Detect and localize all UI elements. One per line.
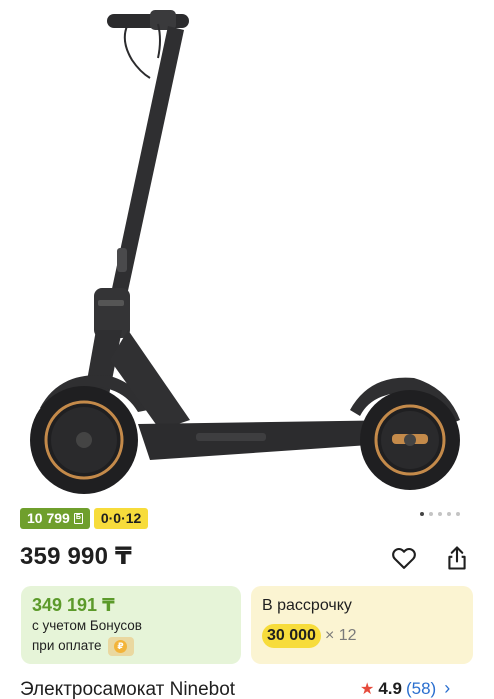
bonus-line-1: с учетом Бонусов (32, 616, 230, 636)
share-button[interactable] (442, 543, 472, 573)
bonus-badge: 10 799 Б (20, 508, 90, 529)
scooter-image (30, 10, 460, 494)
bonus-line-1-text: с учетом Бонусов (32, 618, 142, 633)
bonus-price: 349 191 ₸ (32, 595, 115, 615)
bonus-line-2-text: при оплате (32, 638, 102, 653)
heart-icon (392, 547, 416, 569)
bonus-price-card[interactable]: 349 191 ₸ с учетом Бонусов при оплате ₽ (21, 586, 241, 664)
installment-row: 30 000 × 12 (262, 624, 462, 648)
product-title: Электросамокат Ninebot (20, 679, 236, 699)
carousel-dot[interactable] (429, 512, 433, 516)
installment-amount: 30 000 (262, 624, 321, 648)
rating-link[interactable]: ★ 4.9 (58) › (360, 678, 450, 699)
review-count[interactable]: (58) (406, 679, 436, 699)
bonus-currency-icon: Б (73, 513, 83, 524)
installment-title: В рассрочку (262, 597, 352, 614)
carousel-dot[interactable] (420, 512, 424, 516)
product-price: 359 990 ₸ (20, 543, 132, 570)
promo-badges: 10 799 Б 0·0·12 (20, 508, 149, 529)
bonus-badge-value: 10 799 (27, 510, 70, 526)
share-icon (448, 546, 466, 570)
carousel-dot[interactable] (447, 512, 451, 516)
installment-badge: 0·0·12 (93, 508, 149, 529)
star-icon: ★ (360, 680, 375, 698)
carousel-dot[interactable] (438, 512, 442, 516)
rating-value: 4.9 (378, 678, 402, 698)
bonus-line-2: при оплате ₽ (32, 636, 230, 656)
installment-card[interactable]: В рассрочку 30 000 × 12 (251, 586, 473, 664)
product-image[interactable] (0, 0, 494, 500)
favorite-button[interactable] (389, 543, 419, 573)
chevron-right-icon: › (444, 678, 451, 698)
pay-icon: ₽ (107, 636, 134, 656)
carousel-dots[interactable] (420, 512, 460, 516)
installment-months: × 12 (324, 627, 357, 644)
carousel-dot[interactable] (456, 512, 460, 516)
